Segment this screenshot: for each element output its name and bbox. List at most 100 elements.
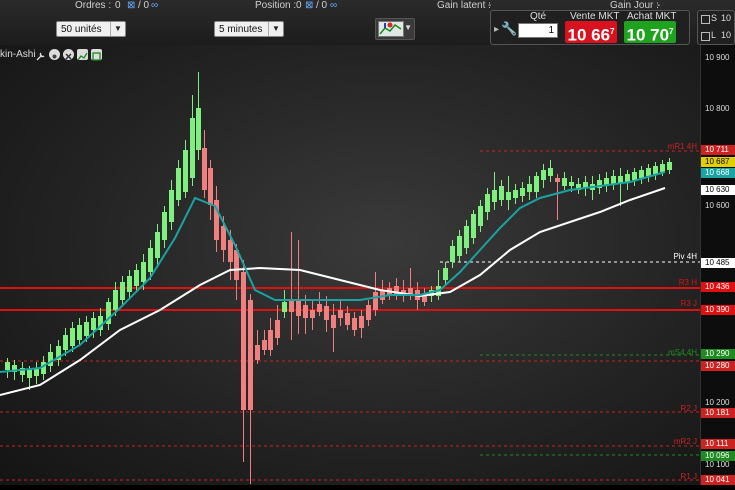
candle-body (366, 305, 371, 320)
position-pipe-icon[interactable]: ⊠ (305, 0, 313, 11)
candle-body (485, 194, 490, 212)
candle-body (513, 190, 518, 198)
position-value-2: / 0 (316, 0, 328, 11)
price-tag: 10 436 (701, 282, 735, 292)
level-label: R3 H (678, 278, 697, 287)
price-chart[interactable] (0, 45, 700, 485)
price-tag: 10 711 (701, 145, 735, 155)
candle-body (359, 316, 364, 328)
candle-body (660, 164, 665, 172)
price-tag: 10 485 (701, 258, 735, 268)
candle-body (555, 178, 560, 182)
candle-body (562, 178, 567, 186)
candle-body (77, 325, 82, 340)
orders-label: Ordres : (75, 0, 112, 11)
candle-body (527, 184, 532, 192)
candle-body (667, 162, 672, 170)
candle-body (255, 345, 260, 360)
slow-moving-average-line (0, 187, 666, 396)
candle-body (141, 262, 146, 282)
indicator-name: kin-Ashi (0, 49, 36, 60)
chart-icon[interactable] (77, 49, 88, 61)
l-checkbox[interactable] (701, 32, 710, 41)
candle-body (499, 186, 504, 200)
candlestick-chart[interactable] (0, 45, 700, 485)
candle-body (5, 362, 10, 370)
level-label: mR1 4H (667, 142, 697, 151)
position-link-icon[interactable]: ∞ (330, 0, 337, 11)
candle-body (27, 370, 32, 378)
indicator-add-button[interactable]: ▼ (375, 18, 415, 40)
axis-tick: 10 600 (705, 201, 730, 210)
candle-body (228, 240, 233, 262)
position-value: 0 (296, 0, 302, 11)
s-value: 10 (721, 13, 732, 23)
candle-body (471, 214, 476, 238)
timeframe-select[interactable]: 5 minutes ▼ (214, 21, 284, 37)
collapse-arrow-icon[interactable]: ▸ (494, 24, 499, 35)
fast-moving-average-line (0, 171, 666, 373)
indicator-toggle-icon[interactable] (91, 49, 102, 61)
candle-body (134, 270, 139, 286)
level-label: Piv 4H (673, 252, 697, 261)
candle-body (196, 108, 201, 150)
candle-body (464, 226, 469, 248)
candle-body (70, 328, 75, 346)
wrench-icon[interactable]: 🔧 (501, 21, 517, 37)
axis-tick: 10 100 (705, 460, 730, 469)
price-tag: 10 041 (701, 475, 735, 485)
candle-body (345, 313, 350, 325)
candle-body (91, 318, 96, 330)
units-select-value: 50 unités (61, 24, 102, 35)
candle-body (646, 168, 651, 176)
candle-body (275, 320, 280, 338)
axis-tick: 10 900 (705, 53, 730, 62)
l-value: 10 (721, 30, 732, 40)
candle-body (248, 300, 253, 410)
close-icon[interactable] (63, 49, 74, 60)
chart-indicator-bar: kin-Ashi (0, 49, 36, 63)
buy-market-button[interactable]: 10 707 (624, 21, 676, 45)
candle-body (148, 248, 153, 272)
s-checkbox[interactable] (701, 15, 710, 24)
level-label: R2 J (680, 404, 697, 413)
orders-pipe-icon[interactable]: ⊠ (127, 0, 135, 11)
axis-tick: 10 800 (705, 104, 730, 113)
candle-body (208, 168, 213, 205)
price-tag: 10 668 (701, 168, 735, 178)
units-select[interactable]: 50 unités ▼ (56, 21, 126, 37)
candle-body (202, 148, 207, 190)
candle-body (443, 268, 448, 280)
orders-value: 0 (115, 0, 121, 11)
candle-body (310, 310, 315, 318)
candle-body (183, 150, 188, 192)
quantity-input[interactable]: 1 (518, 23, 558, 38)
orders-link-icon[interactable]: ∞ (151, 0, 158, 11)
candle-body (506, 192, 511, 200)
l-label: L (711, 30, 717, 40)
candle-body (373, 292, 378, 310)
candle-body (176, 168, 181, 200)
orders-value-2: / 0 (138, 0, 150, 11)
buy-price-sup: 7 (669, 27, 674, 36)
s-label: S (711, 13, 718, 23)
level-label: mR2 J (673, 437, 697, 446)
level-label: R3 J (680, 299, 697, 308)
settings-icon[interactable] (49, 49, 60, 60)
candle-body (190, 118, 195, 178)
candle-body (625, 174, 630, 182)
candle-body (632, 172, 637, 180)
candle-body (478, 206, 483, 226)
candle-body (324, 306, 329, 320)
level-label: R1 J (680, 472, 697, 481)
sell-market-button[interactable]: 10 667 (565, 21, 617, 45)
candle-body (221, 226, 226, 250)
position-label: Position : (255, 0, 297, 11)
price-tag: 10 111 (701, 439, 735, 449)
timeframe-select-value: 5 minutes (219, 24, 263, 35)
price-tag: 10 096 (701, 451, 735, 461)
candle-body (450, 246, 455, 262)
wrench-icon[interactable] (35, 49, 46, 61)
qty-label: Qté (530, 11, 547, 22)
price-tag: 10 290 (701, 349, 735, 359)
